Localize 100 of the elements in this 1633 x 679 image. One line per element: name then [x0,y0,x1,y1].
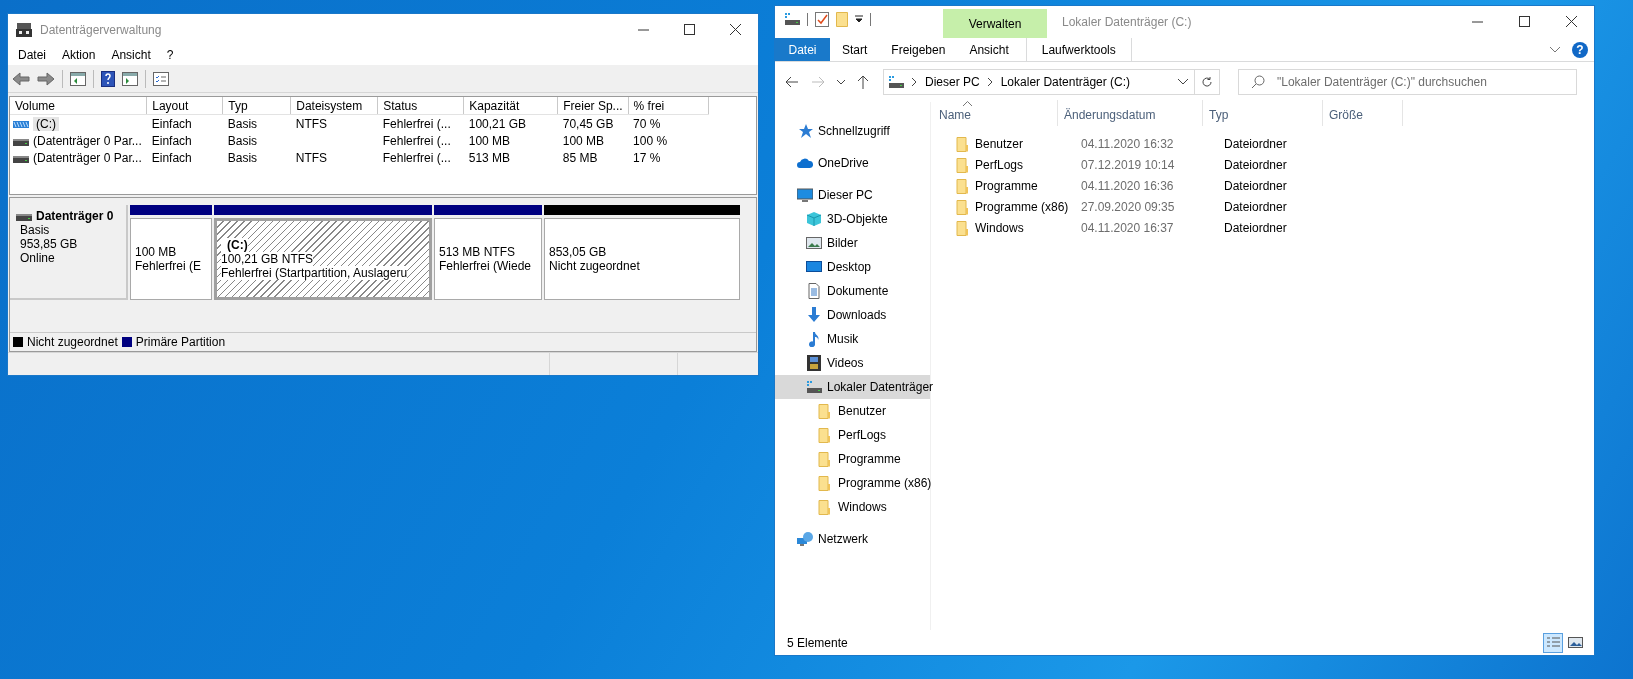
forward-arrow-icon[interactable] [37,71,55,86]
column-header[interactable]: % frei [628,97,709,115]
navigation-item[interactable]: Programme (x86) [775,471,930,495]
navigation-item[interactable]: Bilder [775,231,930,255]
navigation-item[interactable]: Dieser PC [775,183,930,207]
partition-block[interactable]: 100 MB Fehlerfrei (E [130,218,212,300]
disk-type: Basis [20,223,51,237]
ribbon-tab[interactable]: Start [830,38,880,61]
partition-status: Fehlerfrei (Wiede [439,259,533,273]
modified-date: 27.09.2020 09:35 [1080,199,1176,214]
file-type: Dateiordner [1223,157,1287,172]
column-header[interactable]: Kapazität [463,97,558,115]
search-icon [1251,75,1265,89]
search-field[interactable]: "Lokaler Datenträger (C:)" durchsuchen [1238,69,1577,95]
partition-block[interactable]: 513 MB NTFS Fehlerfrei (Wiede [434,218,542,300]
back-arrow-icon[interactable] [785,76,799,88]
minimize-icon[interactable] [638,28,649,31]
navigation-item[interactable]: Downloads [775,303,930,327]
maximize-icon[interactable] [1519,16,1530,27]
ribbon-tab[interactable]: Freigeben [879,38,958,61]
dropdown-caret-icon[interactable] [855,15,863,23]
film-strip-icon [806,355,822,371]
folder-icon [817,475,833,491]
file-name[interactable]: Programme [975,178,1038,193]
close-icon[interactable] [1566,16,1577,27]
ribbon-tab[interactable]: Laufwerktools [1025,38,1132,61]
table-cell: 100 MB [562,133,605,148]
help-button[interactable]: ? [1572,41,1588,58]
menu-item[interactable]: Aktion [54,48,104,62]
refresh-icon[interactable] [1201,76,1213,88]
desktop-icon [806,259,822,275]
column-header[interactable]: Größe [1323,100,1403,126]
navigation-item[interactable]: Musik [775,327,930,351]
column-header[interactable]: Änderungsdatum [1058,100,1203,126]
table-cell: 70 % [633,116,661,131]
partition-label: (C:) [221,238,248,252]
document-icon [806,283,822,299]
menu-item[interactable]: ? [158,48,182,62]
breadcrumb[interactable]: Lokaler Datenträger (C:) [1000,75,1131,89]
partition-size: 100 MB [135,245,178,259]
column-header[interactable]: Freier Sp... [557,97,629,115]
navigation-item[interactable]: Netzwerk [775,527,930,551]
table-cell[interactable]: (C:) [33,116,59,131]
checkmark-document-icon[interactable] [815,11,829,27]
column-header[interactable]: Layout [146,97,223,115]
minimize-icon[interactable] [1472,20,1483,23]
pane-icon[interactable] [70,71,86,86]
navigation-item[interactable]: Dokumente [775,279,930,303]
refresh-button[interactable] [1194,69,1220,95]
file-name[interactable]: Windows [975,220,1024,235]
table-cell[interactable]: (Datenträger 0 Par... [33,133,142,148]
table-cell: Einfach [151,116,192,131]
partition-block[interactable]: (C:) 100,21 GB NTFS Fehlerfrei (Startpartition, Auslageru [214,218,432,300]
properties-icon[interactable] [153,71,169,86]
network-icon [797,531,813,547]
file-name[interactable]: Benutzer [975,136,1024,151]
ribbon-tab[interactable]: Datei [775,38,830,61]
maximize-icon[interactable] [684,24,695,35]
partition-status: Nicht zugeordnet [549,259,641,273]
back-arrow-icon[interactable] [12,71,30,86]
table-cell[interactable]: (Datenträger 0 Par... [33,150,142,165]
column-header[interactable]: Volume [10,97,147,115]
ribbon-tab[interactable]: Ansicht [957,38,1021,61]
file-type: Dateiordner [1223,136,1287,151]
close-icon[interactable] [730,24,741,35]
column-header[interactable]: Typ [222,97,291,115]
drive-icon [806,379,822,395]
column-header[interactable]: Dateisystem [290,97,378,115]
breadcrumb[interactable]: Dieser PC [925,75,980,89]
partition-status: Fehlerfrei (E [135,259,203,273]
column-header[interactable]: Typ [1203,100,1323,126]
file-name[interactable]: PerfLogs [975,157,1024,172]
navigation-item[interactable]: Programme [775,447,930,471]
partition-size: 853,05 GB [549,245,608,259]
folder-icon [955,177,971,194]
disk-info-panel[interactable]: Datenträger 0 Basis 953,85 GB Online [10,205,128,300]
navigation-item[interactable]: PerfLogs [775,423,930,447]
navigation-item[interactable]: 3D-Objekte [775,207,930,231]
column-header[interactable]: Status [377,97,464,115]
pane-icon[interactable] [122,71,138,86]
chevron-down-icon[interactable] [837,79,845,85]
navigation-item[interactable]: Videos [775,351,930,375]
chevron-down-icon[interactable] [1550,46,1560,53]
folder-icon [955,198,971,215]
file-name[interactable]: Programme (x86) [975,199,1069,214]
navigation-item[interactable]: Windows [775,495,930,519]
column-header[interactable]: Name [933,100,1058,126]
chevron-down-icon[interactable] [1178,79,1188,85]
menu-item[interactable]: Ansicht [103,48,159,62]
navigation-item[interactable]: Desktop [775,255,930,279]
modified-date: 04.11.2020 16:32 [1080,136,1175,151]
modified-date: 04.11.2020 16:37 [1080,220,1175,235]
partition-block[interactable]: 853,05 GB Nicht zugeordnet [544,218,740,300]
help-book-icon[interactable] [101,70,115,87]
menu-item[interactable]: Datei [10,48,54,62]
up-arrow-icon[interactable] [857,75,869,89]
navigation-item[interactable]: OneDrive [775,151,930,175]
navigation-item[interactable]: Schnellzugriff [775,119,930,143]
navigation-item[interactable]: Benutzer [775,399,930,423]
address-field[interactable]: Dieser PC Lokaler Datenträger (C:) [883,69,1195,95]
